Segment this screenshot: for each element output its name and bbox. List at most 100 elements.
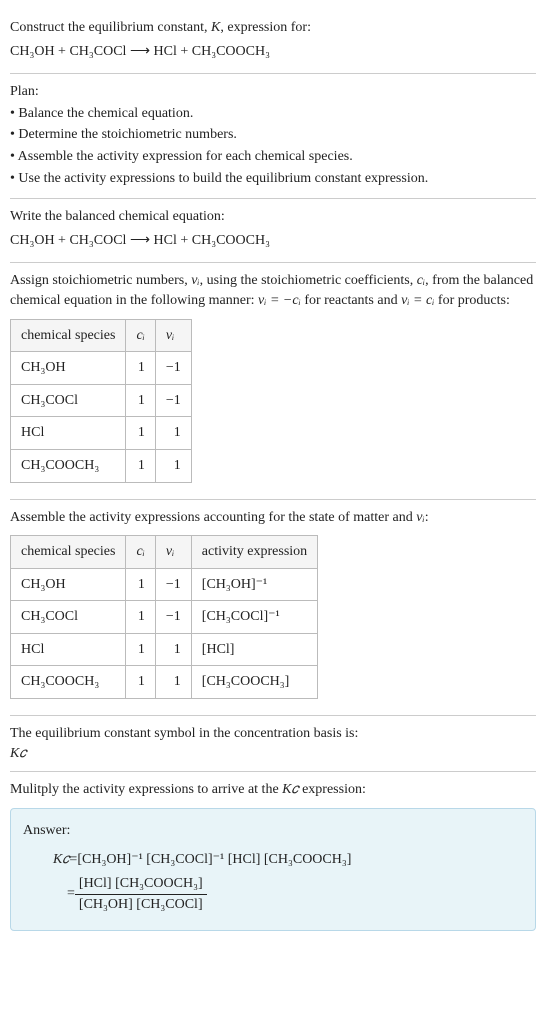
balanced-title: Write the balanced chemical equation: (10, 207, 536, 227)
header-expr: activity expression (191, 536, 317, 569)
fraction: [HCl] [CH₃COOCH₃] [CH₃OH] [CH₃COCl] (75, 874, 207, 914)
cell-species: CH₃COOCH₃ (11, 666, 126, 699)
cell-nu: 1 (155, 633, 191, 666)
constant-text: The equilibrium constant symbol in the c… (10, 724, 536, 744)
cell-ci: 1 (126, 666, 155, 699)
multiply-text: Mulitply the activity expressions to arr… (10, 780, 536, 800)
expression-for: , expression for: (220, 20, 311, 35)
cell-nu: −1 (155, 384, 191, 417)
table-row: HCl 1 1 (11, 417, 192, 450)
cell-nu: −1 (155, 568, 191, 601)
table-row: CH₃COCl 1 −1 (11, 384, 192, 417)
cell-expr: [HCl] (191, 633, 317, 666)
answer-line2: = [HCl] [CH₃COOCH₃] [CH₃OH] [CH₃COCl] (53, 874, 523, 914)
construct-text: Construct the equilibrium constant, K, e… (10, 18, 536, 38)
equation-rhs: HCl + CH₃COOCH₃ (154, 233, 270, 248)
text: for products: (434, 293, 509, 308)
cell-species: CH₃COCl (11, 384, 126, 417)
cell-species: CH₃OH (11, 568, 126, 601)
table-row: CH₃COOCH₃ 1 1 (11, 449, 192, 482)
plan-item: • Determine the stoichiometric numbers. (10, 125, 536, 145)
cell-ci: 1 (126, 352, 155, 385)
plan-item: • Assemble the activity expression for e… (10, 147, 536, 167)
table-header-row: chemical species cᵢ νᵢ (11, 319, 192, 352)
balanced-section: Write the balanced chemical equation: CH… (10, 199, 536, 263)
activity-section: Assemble the activity expressions accoun… (10, 500, 536, 717)
header-ci: cᵢ (126, 536, 155, 569)
balanced-equation: CH₃OH + CH₃COCl ⟶ HCl + CH₃COOCH₃ (10, 231, 536, 251)
cell-ci: 1 (126, 568, 155, 601)
text: , using the stoichiometric coefficients, (200, 273, 417, 288)
cell-expr: [CH₃OH]⁻¹ (191, 568, 317, 601)
table-row: CH₃OH 1 −1 [CH₃OH]⁻¹ (11, 568, 318, 601)
cell-ci: 1 (126, 417, 155, 450)
equation-lhs: CH₃OH + CH₃COCl (10, 44, 126, 59)
table-row: CH₃OH 1 −1 (11, 352, 192, 385)
kc-symbol: K𝑐 (282, 782, 298, 797)
plan-title: Plan: (10, 82, 536, 102)
cell-species: CH₃COCl (11, 601, 126, 634)
cell-nu: 1 (155, 449, 191, 482)
text: expression: (299, 782, 366, 797)
cell-ci: 1 (126, 384, 155, 417)
kc-symbol: K𝑐 (10, 744, 536, 764)
kc-symbol: K𝑐 (53, 850, 69, 870)
answer-box: Answer: K𝑐 = [CH₃OH]⁻¹ [CH₃COCl]⁻¹ [HCl]… (10, 808, 536, 931)
cell-species: HCl (11, 633, 126, 666)
construct-label: Construct the equilibrium constant, (10, 20, 211, 35)
expression: [CH₃OH]⁻¹ [CH₃COCl]⁻¹ [HCl] [CH₃COOCH₃] (77, 850, 351, 870)
multiply-section: Mulitply the activity expressions to arr… (10, 772, 536, 947)
intro-equation: CH₃OH + CH₃COCl ⟶ HCl + CH₃COOCH₃ (10, 42, 536, 62)
stoich-table: chemical species cᵢ νᵢ CH₃OH 1 −1 CH₃COC… (10, 319, 192, 483)
header-species: chemical species (11, 536, 126, 569)
constant-section: The equilibrium constant symbol in the c… (10, 716, 536, 772)
table-row: CH₃COOCH₃ 1 1 [CH₃COOCH₃] (11, 666, 318, 699)
cell-species: HCl (11, 417, 126, 450)
equation-lhs: CH₃OH + CH₃COCl (10, 233, 126, 248)
numerator: [HCl] [CH₃COOCH₃] (75, 874, 207, 895)
text: Mulitply the activity expressions to arr… (10, 782, 282, 797)
cell-nu: −1 (155, 601, 191, 634)
activity-table: chemical species cᵢ νᵢ activity expressi… (10, 535, 318, 699)
plan-item: • Use the activity expressions to build … (10, 169, 536, 189)
activity-intro: Assemble the activity expressions accoun… (10, 508, 536, 528)
plan-section: Plan: • Balance the chemical equation. •… (10, 74, 536, 199)
cell-nu: −1 (155, 352, 191, 385)
cell-ci: 1 (126, 449, 155, 482)
table-row: HCl 1 1 [HCl] (11, 633, 318, 666)
answer-line1: K𝑐 = [CH₃OH]⁻¹ [CH₃COCl]⁻¹ [HCl] [CH₃COO… (53, 850, 523, 870)
stoich-section: Assign stoichiometric numbers, νᵢ, using… (10, 263, 536, 499)
arrow-icon: ⟶ (126, 233, 153, 248)
stoich-intro: Assign stoichiometric numbers, νᵢ, using… (10, 271, 536, 310)
text: : (425, 510, 429, 525)
table-header-row: chemical species cᵢ νᵢ activity expressi… (11, 536, 318, 569)
ci-symbol: cᵢ (417, 273, 425, 288)
cell-species: CH₃COOCH₃ (11, 449, 126, 482)
cell-ci: 1 (126, 601, 155, 634)
text: Assemble the activity expressions accoun… (10, 510, 416, 525)
table-row: CH₃COCl 1 −1 [CH₃COCl]⁻¹ (11, 601, 318, 634)
text: for reactants and (301, 293, 401, 308)
k-symbol: K (211, 20, 220, 35)
text: Assign stoichiometric numbers, (10, 273, 191, 288)
intro-section: Construct the equilibrium constant, K, e… (10, 10, 536, 74)
header-nu: νᵢ (155, 319, 191, 352)
plan-item: • Balance the chemical equation. (10, 104, 536, 124)
cell-nu: 1 (155, 417, 191, 450)
header-species: chemical species (11, 319, 126, 352)
answer-label: Answer: (23, 821, 523, 841)
answer-content: K𝑐 = [CH₃OH]⁻¹ [CH₃COCl]⁻¹ [HCl] [CH₃COO… (53, 850, 523, 914)
header-nu: νᵢ (155, 536, 191, 569)
rule: νᵢ = −cᵢ (258, 293, 301, 308)
nu-symbol: νᵢ (191, 273, 199, 288)
cell-species: CH₃OH (11, 352, 126, 385)
cell-ci: 1 (126, 633, 155, 666)
rule: νᵢ = cᵢ (401, 293, 434, 308)
cell-expr: [CH₃COOCH₃] (191, 666, 317, 699)
header-ci: cᵢ (126, 319, 155, 352)
equals: = (67, 884, 75, 904)
cell-nu: 1 (155, 666, 191, 699)
denominator: [CH₃OH] [CH₃COCl] (75, 895, 207, 915)
equals: = (69, 850, 77, 870)
cell-expr: [CH₃COCl]⁻¹ (191, 601, 317, 634)
